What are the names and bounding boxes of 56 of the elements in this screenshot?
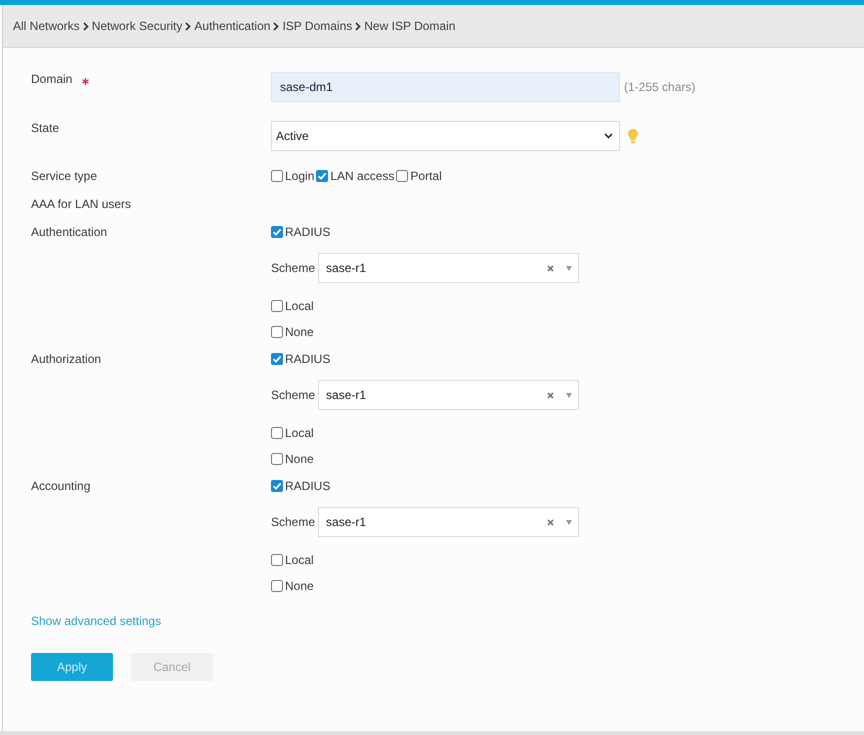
field-hint: (1-255 chars) [624,80,696,94]
checkbox-label[interactable]: None [285,325,314,339]
checkbox-label[interactable]: RADIUS [285,479,330,493]
chevron-down-icon [604,133,613,139]
field-label: Authorization [31,351,102,368]
scheme-label: Scheme [271,515,316,529]
field-label: Service type [31,168,98,185]
checkbox[interactable] [271,170,283,182]
checkbox[interactable] [316,170,328,182]
breadcrumb-item[interactable]: All Networks [13,19,80,33]
field-label: Domain [31,72,72,86]
clear-icon[interactable] [547,392,554,398]
scheme-select[interactable]: sase-r1 [318,507,580,537]
checkbox-label[interactable]: RADIUS [285,225,330,239]
checkbox-label[interactable]: RADIUS [285,352,330,366]
checkbox[interactable] [271,300,283,312]
checkbox-label[interactable]: Local [285,553,314,567]
breadcrumb-item[interactable]: New ISP Domain [364,19,456,33]
checkbox-label[interactable]: LAN access [330,169,394,183]
breadcrumb-item[interactable]: ISP Domains [282,19,352,33]
checkbox[interactable] [271,480,283,492]
chevron-right-icon [355,22,362,30]
breadcrumb-item[interactable]: Network Security [92,19,182,33]
caret-icon[interactable] [566,520,572,524]
clear-icon[interactable] [547,264,554,272]
scheme-select[interactable]: sase-r1 [318,380,580,410]
chevron-right-icon [82,22,89,30]
scheme-label: Scheme [271,261,316,275]
checkbox-label[interactable]: None [285,579,314,593]
checkbox-label[interactable]: Portal [410,169,442,183]
domain-input[interactable]: sase-dm1 [271,72,620,102]
state-select[interactable]: Active [271,121,620,151]
breadcrumb-item[interactable]: Authentication [194,19,270,33]
checkbox-label[interactable]: Login [285,169,314,183]
field-label: Authentication [31,224,108,241]
checkbox[interactable] [396,170,408,182]
clear-icon[interactable] [547,518,554,526]
checkbox-label[interactable]: Local [285,299,314,313]
checkbox[interactable] [271,580,283,592]
field-label: Accounting [31,478,90,495]
checkbox[interactable] [271,453,283,465]
chevron-right-icon [273,22,280,30]
field-label: State [31,121,60,135]
checkbox-label[interactable]: Local [285,426,314,440]
checkbox[interactable] [271,427,283,439]
checkbox[interactable] [271,326,283,338]
checkbox[interactable] [271,353,283,365]
checkbox[interactable] [271,554,283,566]
caret-icon[interactable] [566,392,572,398]
chevron-right-icon [185,22,192,30]
scheme-label: Scheme [271,388,316,402]
section-label: AAA for LAN users [31,196,132,213]
scheme-select[interactable]: sase-r1 [318,253,580,283]
caret-icon[interactable] [566,266,572,270]
checkbox-label[interactable]: None [285,452,314,466]
checkbox[interactable] [271,226,283,238]
